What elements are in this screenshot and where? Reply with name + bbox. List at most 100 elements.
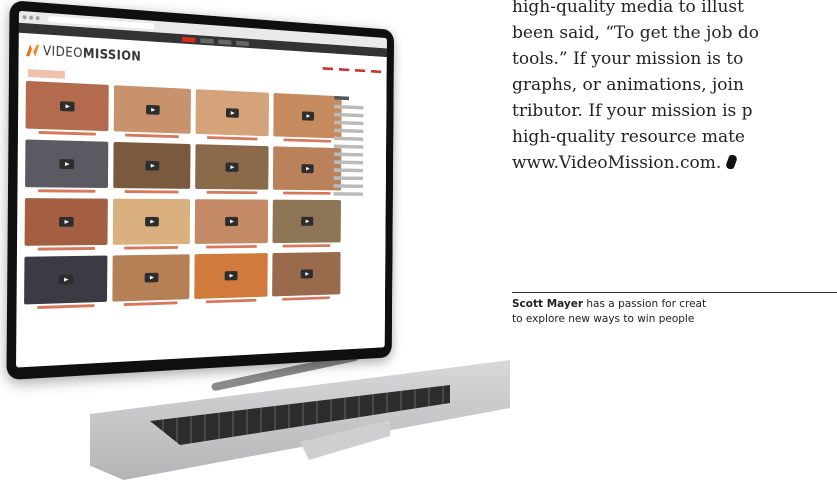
filter-row (334, 112, 364, 118)
video-title[interactable] (123, 301, 178, 307)
video-thumbnail[interactable] (113, 85, 191, 134)
play-icon[interactable] (145, 160, 160, 171)
video-title[interactable] (282, 244, 331, 248)
video-thumbnail[interactable] (195, 144, 269, 190)
video-thumbnail[interactable] (194, 253, 268, 299)
video-card[interactable] (194, 253, 268, 304)
filter-row (334, 136, 364, 141)
article-line: www.VideoMission.com. (512, 153, 722, 173)
video-title[interactable] (206, 136, 258, 141)
article-line: tools.” If your mission is to (512, 49, 744, 69)
filter-sidebar (333, 95, 380, 200)
play-icon[interactable] (144, 272, 159, 283)
back-icon (22, 15, 27, 20)
filter-row (333, 192, 363, 196)
bio-text: has a passion for creat (583, 298, 707, 310)
play-icon[interactable] (301, 164, 314, 174)
video-thumbnail[interactable] (24, 255, 107, 305)
video-title[interactable] (205, 245, 257, 249)
article-line: tributor. If your mission is p (512, 101, 753, 121)
video-thumbnail[interactable] (272, 199, 341, 244)
filter-row (333, 160, 364, 165)
play-icon[interactable] (224, 270, 238, 281)
video-card[interactable] (113, 85, 191, 139)
reload-icon (35, 16, 40, 21)
video-thumbnail[interactable] (111, 254, 190, 302)
video-card[interactable] (25, 80, 109, 136)
video-thumbnail[interactable] (272, 92, 342, 139)
site-logo: VIDEO MISSION (26, 43, 141, 64)
nav-item (338, 67, 350, 71)
video-thumbnail[interactable] (112, 141, 191, 189)
play-icon[interactable] (301, 111, 314, 121)
video-title[interactable] (282, 296, 331, 301)
article-body: high-quality media to illust been said, … (512, 0, 837, 176)
video-title[interactable] (283, 138, 332, 143)
play-icon[interactable] (300, 269, 313, 279)
forward-icon (29, 15, 34, 20)
filter-row (333, 168, 364, 173)
play-icon[interactable] (144, 216, 159, 227)
play-icon[interactable] (58, 274, 74, 285)
video-title[interactable] (37, 189, 96, 193)
filter-row (333, 184, 363, 189)
article-column: high-quality media to illust been said, … (512, 0, 837, 494)
video-title[interactable] (36, 304, 95, 310)
video-card[interactable] (24, 255, 107, 310)
author-name: Scott Mayer (512, 298, 584, 310)
play-icon[interactable] (59, 159, 75, 170)
article-line: high-quality media to illust (512, 0, 744, 17)
video-thumbnail[interactable] (24, 198, 108, 246)
video-title[interactable] (283, 191, 331, 195)
article-line-last: www.VideoMission.com. (512, 150, 837, 176)
video-thumbnail[interactable] (272, 146, 342, 191)
video-thumbnail[interactable] (25, 139, 108, 189)
filter-row (334, 128, 364, 134)
video-title[interactable] (37, 246, 95, 251)
video-thumbnail[interactable] (194, 199, 268, 244)
video-title[interactable] (206, 190, 258, 195)
play-icon[interactable] (226, 108, 240, 118)
topbar-tab (182, 36, 196, 43)
video-title[interactable] (38, 130, 96, 136)
bio-line: Scott Mayer has a passion for creat (512, 297, 837, 312)
filter-row (333, 144, 364, 149)
video-card[interactable] (112, 141, 191, 194)
video-grid (24, 80, 342, 310)
video-card[interactable] (111, 254, 190, 307)
play-icon[interactable] (300, 216, 314, 226)
nav-item (370, 69, 381, 73)
video-title[interactable] (205, 298, 257, 304)
logo-text-light: VIDEO (42, 43, 83, 61)
filter-row (333, 176, 364, 181)
video-card[interactable] (112, 198, 191, 250)
video-thumbnail[interactable] (271, 252, 341, 297)
video-thumbnail[interactable] (195, 89, 269, 137)
video-card[interactable] (25, 139, 108, 193)
video-title[interactable] (124, 245, 179, 250)
article-line: graphs, or animations, join (512, 75, 744, 95)
topbar-tab (218, 38, 232, 45)
play-icon[interactable] (59, 216, 74, 227)
play-icon[interactable] (225, 216, 239, 227)
breadcrumb (27, 69, 65, 79)
video-card[interactable] (272, 199, 341, 248)
play-icon[interactable] (145, 104, 160, 115)
video-card[interactable] (195, 144, 269, 195)
video-card[interactable] (271, 252, 341, 301)
play-icon[interactable] (225, 162, 239, 172)
video-title[interactable] (124, 190, 179, 194)
logo-mark-icon (26, 44, 39, 57)
play-icon[interactable] (60, 101, 75, 112)
video-card[interactable] (272, 92, 342, 143)
topbar-tab (236, 40, 249, 46)
video-thumbnail[interactable] (112, 198, 191, 245)
video-card[interactable] (195, 89, 269, 141)
video-title[interactable] (125, 133, 180, 139)
video-card[interactable] (194, 199, 268, 249)
video-card[interactable] (272, 146, 342, 195)
video-thumbnail[interactable] (25, 80, 109, 132)
topbar-tab (200, 37, 214, 44)
nav-item (355, 68, 366, 72)
video-card[interactable] (24, 198, 108, 251)
